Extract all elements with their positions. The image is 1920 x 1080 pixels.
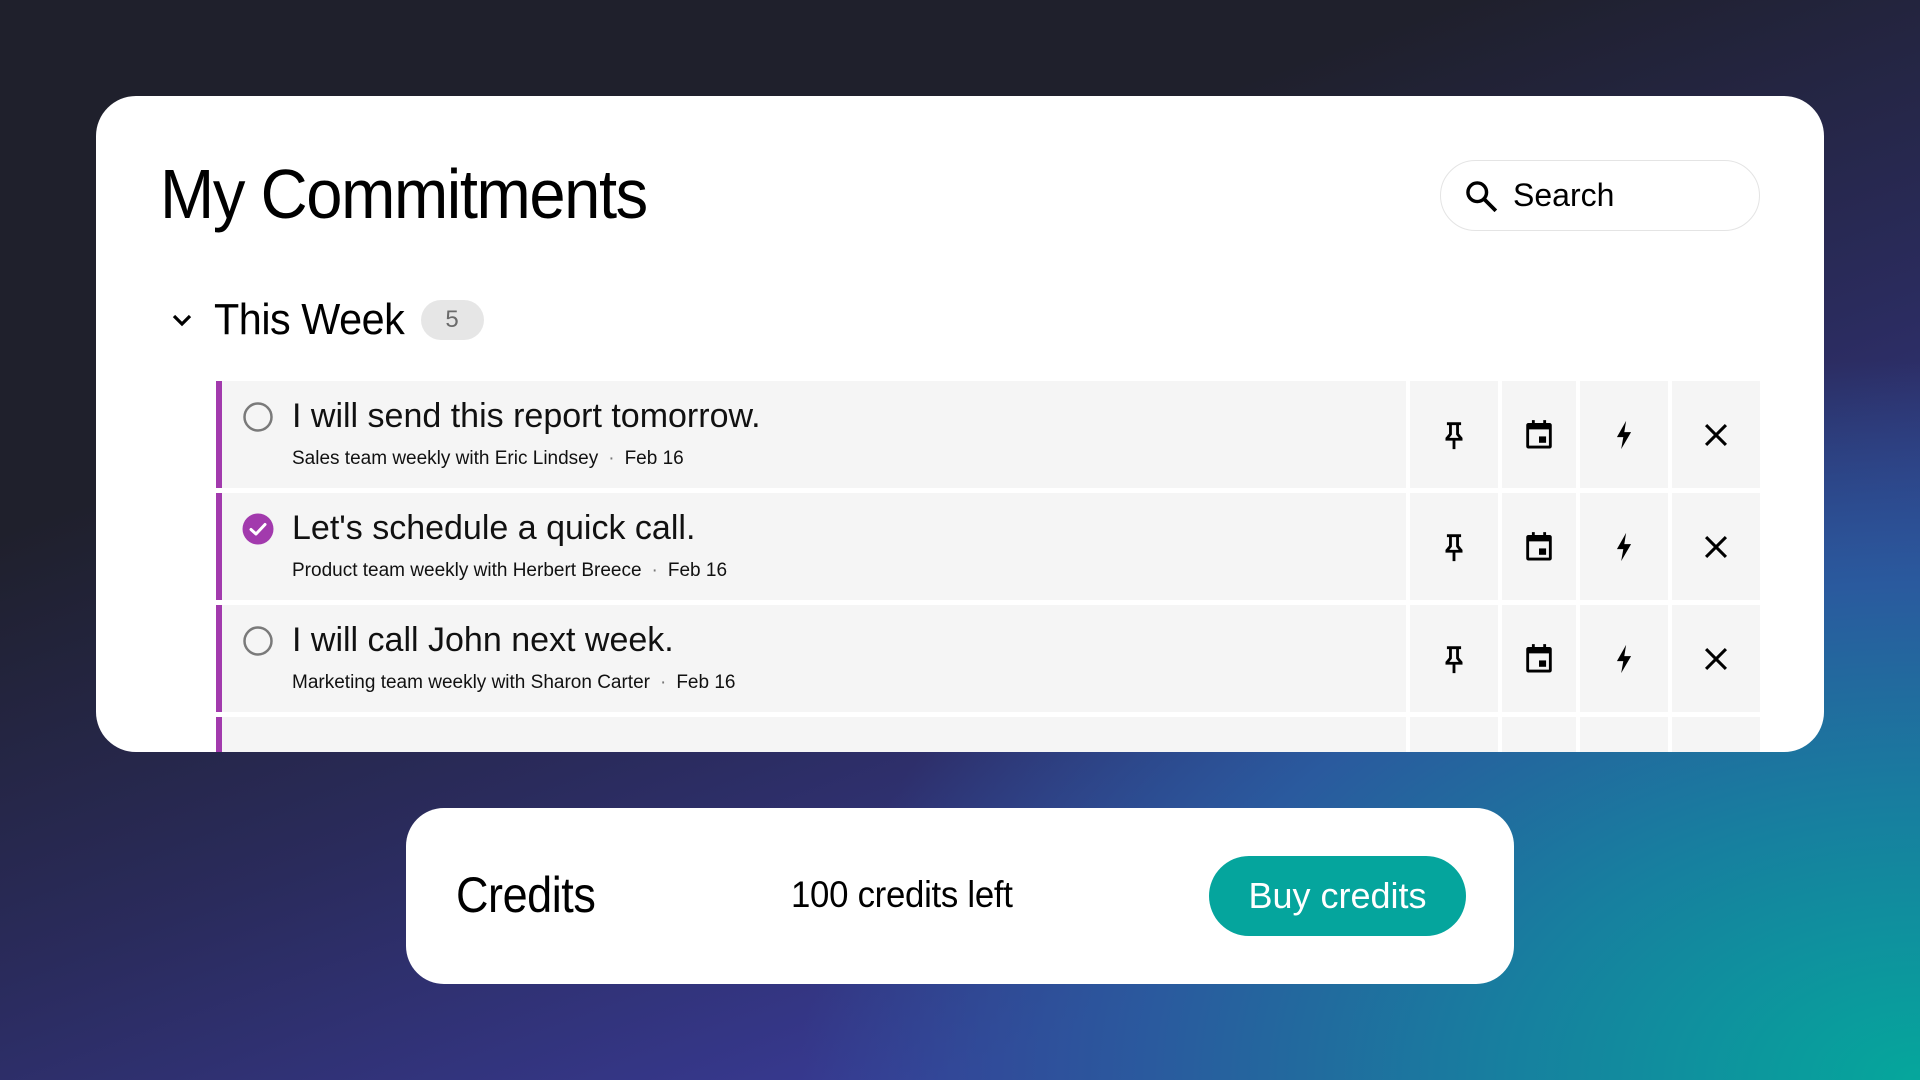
- pin-button[interactable]: [1410, 381, 1498, 488]
- unchecked-circle-icon[interactable]: [242, 625, 274, 657]
- commitment-title: I will send this report tomorrow.: [292, 397, 761, 435]
- calendar-icon: [1526, 531, 1552, 560]
- dismiss-button[interactable]: [1672, 717, 1760, 752]
- boost-button[interactable]: [1580, 717, 1668, 752]
- calendar-icon: [1526, 419, 1552, 448]
- schedule-button[interactable]: [1502, 717, 1576, 752]
- schedule-button[interactable]: [1502, 605, 1576, 712]
- commitment-date: Feb 16: [624, 448, 684, 469]
- commitment-date: Feb 16: [676, 672, 736, 693]
- section-title: This Week: [214, 295, 405, 344]
- pin-button[interactable]: [1410, 717, 1498, 752]
- commitments-card: My Commitments This Week 5 I will send t…: [96, 96, 1824, 752]
- commitment-row: I will call John next week. Marketing te…: [216, 605, 1760, 712]
- commitment-row: I will send this report tomorrow. Sales …: [216, 381, 1760, 488]
- dismiss-button[interactable]: [1672, 381, 1760, 488]
- separator: ·: [651, 560, 658, 581]
- count-badge: 5: [420, 300, 484, 340]
- meeting-name: Marketing team weekly with Sharon Carter: [292, 672, 650, 693]
- pin-button[interactable]: [1410, 605, 1498, 712]
- checked-circle-icon[interactable]: [242, 513, 274, 545]
- separator: ·: [659, 672, 667, 693]
- commitment-item[interactable]: I will send this report tomorrow. Sales …: [216, 381, 1406, 488]
- section-header-this-week[interactable]: This Week 5: [166, 292, 484, 348]
- commitment-title: I will call John next week.: [292, 621, 674, 659]
- search-input[interactable]: [1513, 177, 1743, 214]
- close-icon: [1704, 535, 1728, 558]
- dismiss-button[interactable]: [1672, 493, 1760, 600]
- search-icon: [1466, 180, 1498, 212]
- credits-title: Credits: [456, 867, 596, 923]
- commitment-item[interactable]: [216, 717, 1406, 752]
- commitment-meta: Product team weekly with Herbert Breece ·…: [292, 559, 727, 583]
- commitment-row: Let's schedule a quick call. Product tea…: [216, 493, 1760, 600]
- schedule-button[interactable]: [1502, 381, 1576, 488]
- meeting-name: Product team weekly with Herbert Breece: [292, 560, 642, 581]
- calendar-icon: [1526, 643, 1552, 672]
- schedule-button[interactable]: [1502, 493, 1576, 600]
- dismiss-button[interactable]: [1672, 605, 1760, 712]
- pin-icon: [1445, 533, 1463, 561]
- search-box[interactable]: [1440, 160, 1760, 231]
- buy-credits-button[interactable]: Buy credits: [1209, 856, 1466, 936]
- close-icon: [1704, 423, 1728, 446]
- commitment-item[interactable]: Let's schedule a quick call. Product tea…: [216, 493, 1406, 600]
- commitment-date: Feb 16: [667, 560, 728, 581]
- lightning-bolt-icon: [1616, 532, 1632, 561]
- close-icon: [1704, 647, 1728, 670]
- commitment-title: Let's schedule a quick call.: [292, 509, 696, 547]
- separator: ·: [608, 448, 615, 469]
- unchecked-circle-icon[interactable]: [242, 401, 274, 433]
- boost-button[interactable]: [1580, 605, 1668, 712]
- pin-icon: [1445, 645, 1463, 673]
- pin-button[interactable]: [1410, 493, 1498, 600]
- boost-button[interactable]: [1580, 381, 1668, 488]
- credits-card: Credits 100 credits left Buy credits: [406, 808, 1514, 984]
- commitment-item[interactable]: I will call John next week. Marketing te…: [216, 605, 1406, 712]
- credits-remaining: 100 credits left: [791, 874, 1013, 915]
- commitment-meta: Marketing team weekly with Sharon Carter…: [292, 671, 735, 695]
- lightning-bolt-icon: [1616, 420, 1632, 449]
- page-title: My Commitments: [160, 155, 648, 233]
- commitment-meta: Sales team weekly with Eric Lindsey · Feb …: [292, 447, 684, 471]
- boost-button[interactable]: [1580, 493, 1668, 600]
- commitment-row: [216, 717, 1760, 752]
- pin-icon: [1445, 421, 1463, 449]
- lightning-bolt-icon: [1616, 644, 1632, 673]
- chevron-down-icon[interactable]: [166, 304, 198, 336]
- meeting-name: Sales team weekly with Eric Lindsey: [292, 448, 599, 469]
